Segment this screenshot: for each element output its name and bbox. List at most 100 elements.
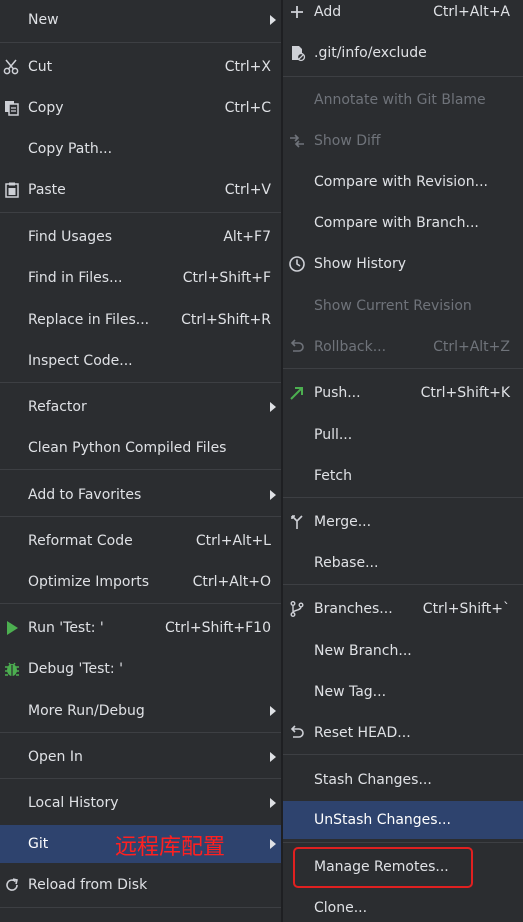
- menu-item-label: Refactor: [28, 399, 87, 415]
- menu-item-run[interactable]: Run 'Test: ' Ctrl+Shift+F10: [0, 609, 281, 647]
- menu-item-label: Clone...: [314, 900, 368, 916]
- menu-item-label: Local History: [28, 795, 119, 811]
- menu-item-merge[interactable]: Merge...: [283, 503, 523, 541]
- menu-item-more-run-debug[interactable]: More Run/Debug: [0, 692, 281, 730]
- menu-item-label: More Run/Debug: [28, 703, 145, 719]
- menu-item-paste[interactable]: Paste Ctrl+V: [0, 171, 281, 209]
- menu-item-show-history[interactable]: Show History: [283, 245, 523, 283]
- menu-item-label: Compare with Branch...: [314, 215, 479, 231]
- submenu-arrow-icon: [270, 706, 276, 716]
- menu-item-optimize-imports[interactable]: Optimize Imports Ctrl+Alt+O: [0, 563, 281, 601]
- menu-item-shortcut: Ctrl+V: [224, 182, 271, 198]
- menu-item-fetch[interactable]: Fetch: [283, 457, 523, 495]
- menu-item-reload-from-disk[interactable]: Reload from Disk: [0, 866, 281, 904]
- menu-item-pull[interactable]: Pull...: [283, 416, 523, 454]
- menu-item-label: Find in Files...: [28, 270, 123, 286]
- submenu-arrow-icon: [270, 839, 276, 849]
- menu-item-label: Merge...: [314, 514, 372, 530]
- menu-item-label: Copy: [28, 100, 64, 116]
- menu-item-add[interactable]: Add Ctrl+Alt+A: [283, 0, 523, 31]
- menu-item-label: Branches...: [314, 601, 393, 617]
- highlight-box: [293, 847, 473, 888]
- menu-item-label: Reformat Code: [28, 533, 133, 549]
- separator: [0, 778, 281, 779]
- menu-item-shortcut: Ctrl+Shift+F: [182, 270, 271, 286]
- menu-item-label: Rollback...: [314, 339, 387, 355]
- menu-item-new[interactable]: New: [0, 1, 281, 39]
- submenu-arrow-icon: [270, 490, 276, 500]
- menu-item-open-in[interactable]: Open In: [0, 738, 281, 776]
- separator: [283, 584, 523, 585]
- menu-item-shortcut: Ctrl+Alt+O: [192, 574, 271, 590]
- menu-item-new-tag[interactable]: New Tag...: [283, 673, 523, 711]
- menu-item-find-in-files[interactable]: Find in Files... Ctrl+Shift+F: [0, 259, 281, 297]
- menu-item-debug[interactable]: Debug 'Test: ': [0, 650, 281, 688]
- menu-item-new-branch[interactable]: New Branch...: [283, 632, 523, 670]
- menu-item-label: Stash Changes...: [314, 772, 432, 788]
- submenu-arrow-icon: [270, 402, 276, 412]
- menu-item-shortcut: Ctrl+Shift+`: [422, 601, 510, 617]
- menu-item-cut[interactable]: Cut Ctrl+X: [0, 48, 281, 86]
- merge-icon: [287, 512, 307, 532]
- menu-item-inspect-code[interactable]: Inspect Code...: [0, 342, 281, 380]
- menu-item-compare-with-branch[interactable]: Compare with Branch...: [283, 204, 523, 242]
- menu-item-copy-path[interactable]: Copy Path...: [0, 130, 281, 168]
- separator: [283, 497, 523, 498]
- menu-item-clone[interactable]: Clone...: [283, 889, 523, 922]
- copy-icon: [2, 98, 22, 118]
- menu-item-shortcut: Alt+F7: [223, 229, 271, 245]
- menu-item-replace-in-files[interactable]: Replace in Files... Ctrl+Shift+R: [0, 301, 281, 339]
- menu-item-reformat-code[interactable]: Reformat Code Ctrl+Alt+L: [0, 522, 281, 560]
- menu-item-label: Clean Python Compiled Files: [28, 440, 227, 456]
- submenu-arrow-icon: [270, 752, 276, 762]
- menu-item-label: New Branch...: [314, 643, 412, 659]
- menu-item-add-to-favorites[interactable]: Add to Favorites: [0, 476, 281, 514]
- git-submenu: Add Ctrl+Alt+A .git/info/exclude Annotat…: [283, 0, 523, 922]
- separator: [283, 754, 523, 755]
- menu-item-label: Paste: [28, 182, 66, 198]
- menu-item-shortcut: Ctrl+Alt+Z: [433, 339, 510, 355]
- play-icon: [2, 618, 22, 638]
- menu-item-show-diff[interactable]: Show Diff: [283, 122, 523, 160]
- menu-item-label: Fetch: [314, 468, 352, 484]
- annotation-label: 远程库配置: [115, 835, 226, 860]
- undo-icon: [287, 337, 307, 357]
- plus-icon: [287, 2, 307, 22]
- menu-item-shortcut: Ctrl+Shift+R: [181, 312, 271, 328]
- menu-item-label: New: [28, 12, 59, 28]
- menu-item-rebase[interactable]: Rebase...: [283, 544, 523, 582]
- menu-item-shortcut: Ctrl+C: [224, 100, 271, 116]
- menu-item-show-current-revision[interactable]: Show Current Revision: [283, 287, 523, 325]
- menu-item-label: Add: [314, 4, 342, 20]
- menu-item-label: Open In: [28, 749, 83, 765]
- menu-item-local-history[interactable]: Local History: [0, 784, 281, 822]
- menu-item-label: UnStash Changes...: [314, 812, 451, 828]
- menu-item-rollback[interactable]: Rollback... Ctrl+Alt+Z: [283, 328, 523, 366]
- menu-item-label: Git: [28, 836, 49, 852]
- menu-item-compare-with-revision[interactable]: Compare with Revision...: [283, 163, 523, 201]
- menu-item-refactor[interactable]: Refactor: [0, 388, 281, 426]
- menu-item-reset-head[interactable]: Reset HEAD...: [283, 714, 523, 752]
- undo-icon: [287, 723, 307, 743]
- menu-item-branches[interactable]: Branches... Ctrl+Shift+`: [283, 590, 523, 628]
- menu-item-shortcut: Ctrl+Shift+F10: [164, 620, 271, 636]
- menu-item-stash-changes[interactable]: Stash Changes...: [283, 761, 523, 799]
- menu-item-copy[interactable]: Copy Ctrl+C: [0, 89, 281, 127]
- menu-item-shortcut: Ctrl+Alt+L: [195, 533, 271, 549]
- menu-item-find-usages[interactable]: Find Usages Alt+F7: [0, 218, 281, 256]
- menu-item-label: Replace in Files...: [28, 312, 150, 328]
- menu-item-label: Annotate with Git Blame: [314, 92, 486, 108]
- context-menu: New Cut Ctrl+X Copy Ctrl+C Copy Path... …: [0, 0, 282, 922]
- menu-item-label: Copy Path...: [28, 141, 113, 157]
- separator: [0, 469, 281, 470]
- menu-item-push[interactable]: Push... Ctrl+Shift+K: [283, 374, 523, 412]
- menu-item-annotate-git-blame[interactable]: Annotate with Git Blame: [283, 81, 523, 119]
- separator: [0, 212, 281, 213]
- menu-item-unstash-changes[interactable]: UnStash Changes...: [283, 801, 523, 839]
- menu-item-git-exclude[interactable]: .git/info/exclude: [283, 34, 523, 72]
- diff-icon: [287, 131, 307, 151]
- menu-item-label: Pull...: [314, 427, 353, 443]
- menu-item-clean-python[interactable]: Clean Python Compiled Files: [0, 429, 281, 467]
- bug-icon: [2, 659, 22, 679]
- branch-icon: [287, 599, 307, 619]
